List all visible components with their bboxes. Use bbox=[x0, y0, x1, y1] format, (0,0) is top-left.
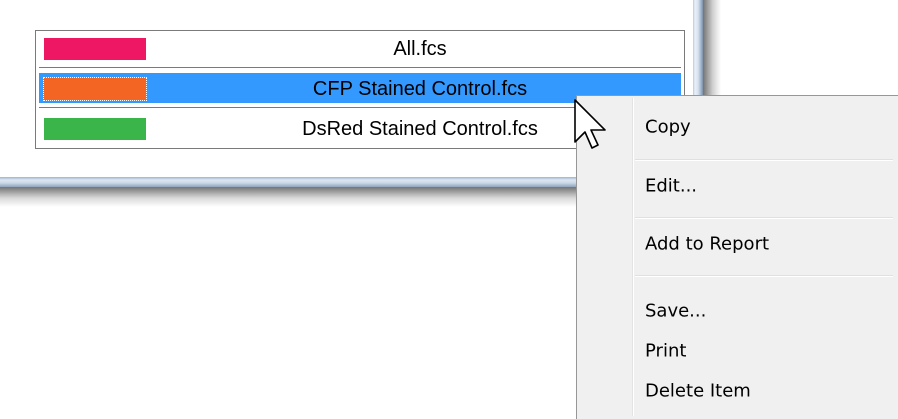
menu-item-label: Edit... bbox=[645, 175, 698, 197]
menu-item-label: Save... bbox=[645, 300, 707, 322]
menu-item-save[interactable]: Save... bbox=[579, 292, 895, 330]
legend-item-all[interactable]: All.fcs bbox=[39, 33, 681, 63]
menu-separator bbox=[635, 217, 893, 218]
menu-item-print[interactable]: Print bbox=[579, 332, 895, 370]
menu-item-label: Copy bbox=[645, 116, 691, 138]
arrow-cursor-icon bbox=[574, 99, 606, 149]
menu-item-label: Add to Report bbox=[645, 233, 770, 255]
legend-swatch bbox=[44, 38, 146, 60]
menu-separator bbox=[635, 159, 893, 160]
screen: All.fcs CFP Stained Control.fcs DsRed St… bbox=[0, 0, 898, 419]
menu-item-label: Delete Item bbox=[645, 380, 751, 402]
menu-item-delete-item[interactable]: Delete Item bbox=[579, 372, 895, 410]
menu-item-copy[interactable]: Copy bbox=[579, 108, 895, 146]
focus-outline bbox=[43, 77, 147, 101]
menu-item-edit[interactable]: Edit... bbox=[579, 167, 895, 205]
context-menu: Copy Edit... Add to Report Save... Print… bbox=[576, 95, 898, 419]
menu-item-add-to-report[interactable]: Add to Report bbox=[579, 225, 895, 263]
menu-separator bbox=[635, 275, 893, 276]
legend-divider bbox=[39, 67, 681, 68]
legend-swatch bbox=[44, 118, 146, 140]
legend-item-label: All.fcs bbox=[393, 38, 447, 60]
menu-item-label: Print bbox=[645, 340, 687, 362]
